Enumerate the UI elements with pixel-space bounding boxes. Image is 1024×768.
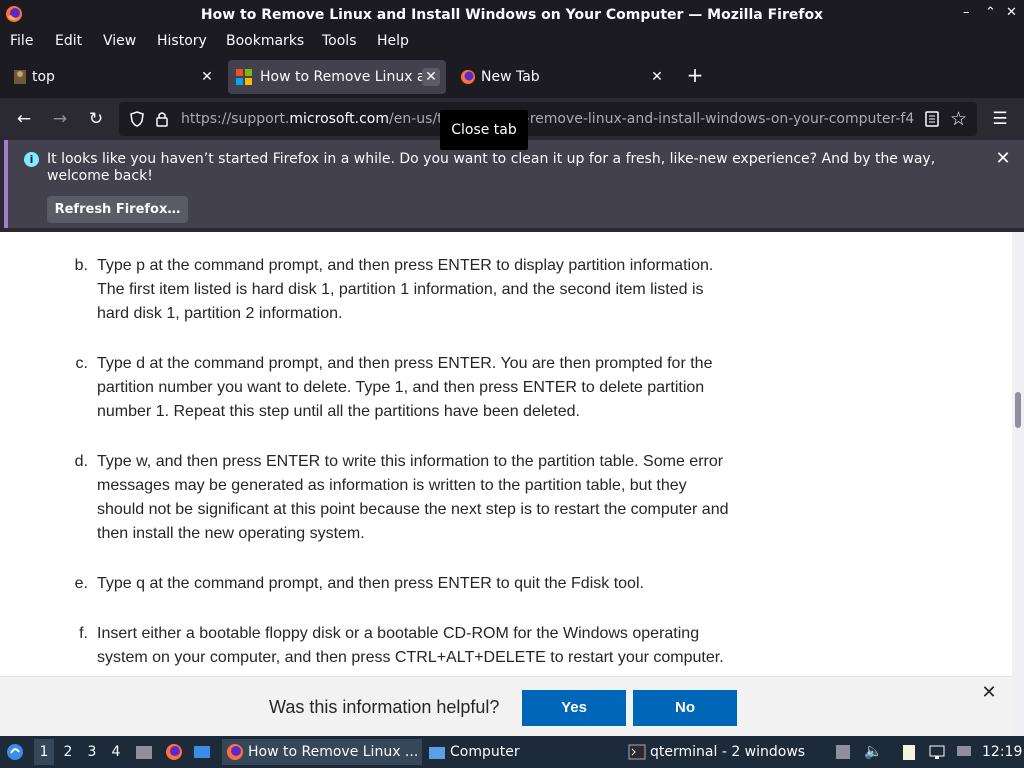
volume-icon[interactable]: 🔈 <box>864 742 883 760</box>
tab-close-icon[interactable]: ✕ <box>648 68 666 86</box>
menu-bookmarks[interactable]: Bookmarks <box>226 33 304 49</box>
list-text: Insert either a bootable floppy disk or … <box>97 625 724 666</box>
maximize-button[interactable]: ⌃ <box>985 5 996 20</box>
yes-button[interactable]: Yes <box>522 690 626 726</box>
article-content: b. Type p at the command prompt, and the… <box>0 232 1012 676</box>
refresh-firefox-notification: i It looks like you haven’t started Fire… <box>4 140 1024 228</box>
feedback-bar: Was this information helpful? Yes No ✕ <box>0 676 1012 736</box>
menu-edit[interactable]: Edit <box>55 33 82 49</box>
close-icon[interactable]: ✕ <box>993 149 1013 169</box>
url-text[interactable]: https://support.microsoft.com/en-us/topi… <box>181 111 914 127</box>
list-marker: e. <box>74 575 88 592</box>
tab-close-icon[interactable]: ✕ <box>422 68 440 86</box>
workspace-3[interactable]: 3 <box>82 744 102 760</box>
close-tab-tooltip: Close tab <box>440 110 528 150</box>
feedback-question: Was this information helpful? <box>269 697 500 717</box>
file-manager-icon[interactable] <box>135 743 153 761</box>
upload-icon[interactable] <box>834 743 852 761</box>
menu-help[interactable]: Help <box>377 33 409 49</box>
scrollbar-thumb[interactable] <box>1015 392 1021 428</box>
info-icon: i <box>24 152 39 167</box>
back-arrow-icon[interactable]: ← <box>12 107 36 131</box>
workspace-2[interactable]: 2 <box>58 744 78 760</box>
tab-top[interactable]: top ✕ <box>4 60 222 94</box>
task-label: How to Remove Linux ... <box>248 744 419 760</box>
reload-icon[interactable]: ↻ <box>84 107 108 131</box>
taskbar-task-firefox[interactable]: How to Remove Linux ... <box>222 739 422 765</box>
menu-history[interactable]: History <box>157 33 207 49</box>
start-menu-icon[interactable] <box>6 743 24 761</box>
list-text: Type q at the command prompt, and then p… <box>97 575 644 592</box>
hamburger-menu-icon[interactable]: ☰ <box>988 107 1012 131</box>
microsoft-logo-icon <box>236 69 252 85</box>
url-bar[interactable]: https://support.microsoft.com/en-us/topi… <box>119 102 977 136</box>
network-icon[interactable] <box>928 743 946 761</box>
workspace-4[interactable]: 4 <box>106 744 126 760</box>
close-icon[interactable]: ✕ <box>979 683 999 703</box>
close-window-button[interactable]: ✕ <box>1006 5 1017 20</box>
lock-icon[interactable] <box>155 110 169 128</box>
firefox-icon <box>227 744 243 760</box>
clock: 12:19 <box>982 744 1023 760</box>
list-text: Type d at the command prompt, and then p… <box>97 355 713 420</box>
list-marker: b. <box>74 257 88 274</box>
page-scrollbar[interactable] <box>1012 232 1024 736</box>
list-text: Type w, and then press ENTER to write th… <box>97 453 729 542</box>
shield-icon[interactable] <box>129 111 145 127</box>
firefox-icon <box>461 70 475 84</box>
clipboard-icon[interactable] <box>900 743 918 761</box>
menu-file[interactable]: File <box>10 33 33 49</box>
menu-tools[interactable]: Tools <box>322 33 357 49</box>
display-icon[interactable] <box>955 743 973 761</box>
terminal-icon <box>628 744 646 760</box>
workspace-1[interactable]: 1 <box>34 739 54 765</box>
window-titlebar: How to Remove Linux and Install Windows … <box>0 0 1024 29</box>
desktop-icon[interactable] <box>193 743 211 761</box>
tab-new-tab[interactable]: New Tab ✕ <box>452 60 670 94</box>
bookmark-star-icon[interactable]: ☆ <box>950 108 967 130</box>
reader-view-icon[interactable] <box>925 111 939 127</box>
folder-icon <box>429 747 445 759</box>
new-tab-plus-icon[interactable]: + <box>684 63 706 87</box>
tab-close-icon[interactable]: ✕ <box>198 68 216 86</box>
minimize-button[interactable]: – <box>963 5 970 20</box>
list-marker: c. <box>75 355 88 372</box>
menu-bar: File Edit View History Bookmarks Tools H… <box>0 29 1024 56</box>
terminal-figure-icon <box>14 70 26 84</box>
taskbar-task-qterminal[interactable]: qterminal - 2 windows <box>624 739 824 765</box>
list-marker: f. <box>79 625 88 642</box>
tab-label: How to Remove Linux an <box>260 69 422 85</box>
firefox-icon[interactable] <box>165 743 183 761</box>
notification-message: It looks like you haven’t started Firefo… <box>47 151 936 184</box>
tab-label: top <box>32 69 55 85</box>
no-button[interactable]: No <box>633 690 737 726</box>
refresh-firefox-button[interactable]: Refresh Firefox… <box>47 196 188 223</box>
taskbar: 1 2 3 4 How to Remove Linux ... Computer… <box>0 736 1024 768</box>
list-text: Type p at the command prompt, and then p… <box>97 257 714 322</box>
menu-view[interactable]: View <box>103 33 136 49</box>
tab-active-article[interactable]: How to Remove Linux an ✕ <box>228 60 446 94</box>
task-label: qterminal - 2 windows <box>650 744 806 760</box>
window-title: How to Remove Linux and Install Windows … <box>200 7 824 23</box>
task-label: Computer <box>450 744 520 760</box>
tab-bar: top ✕ How to Remove Linux an ✕ New Tab ✕ <box>0 56 1024 98</box>
taskbar-task-computer[interactable]: Computer <box>424 739 614 765</box>
forward-arrow-icon[interactable]: → <box>48 107 72 131</box>
tab-label: New Tab <box>481 69 540 85</box>
list-marker: d. <box>74 453 88 470</box>
